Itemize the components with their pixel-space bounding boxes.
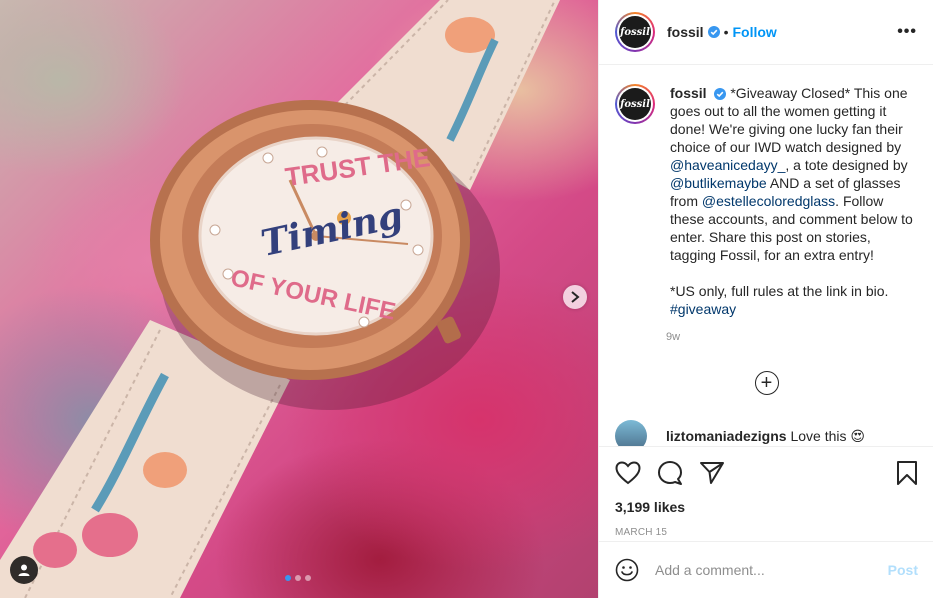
mention-haveanicedayy[interactable]: @haveanicedayy_ [670,157,785,173]
caption-username[interactable]: fossil [670,85,707,101]
next-image-button[interactable] [563,285,587,309]
caption-part5: *US only, full rules at the link in bio. [670,283,889,299]
comment-icon[interactable] [657,460,683,486]
carousel-indicator [285,575,311,581]
avatar-logo: fossil [619,88,651,120]
post-actions: 3,199 likes MARCH 15 [599,446,933,538]
load-more-comments-button[interactable]: + [754,371,779,395]
account-username[interactable]: fossil [667,24,704,40]
comment-text: liztomaniadezigns Love this 😍 [666,428,865,445]
mention-butlikemaybe[interactable]: @butlikemaybe [670,175,767,191]
post-details-panel: fossil fossil • Follow ••• fossil fossil… [598,0,933,598]
action-icons-row [615,447,918,499]
carousel-dot-active [285,575,291,581]
comment-body: Love this 😍 [790,427,865,444]
comment: liztomaniadezigns Love this 😍 [615,420,918,446]
commenter-username[interactable]: liztomaniadezigns [666,428,787,444]
more-icon[interactable]: ••• [897,23,917,41]
add-comment-bar: Post [599,541,933,598]
likes-count[interactable]: 3,199 likes [615,499,918,515]
user-tag-button[interactable] [10,556,38,584]
carousel-dot [295,575,301,581]
mention-estellecoloredglass[interactable]: @estellecoloredglass [702,193,835,209]
caption-text: fossil *Giveaway Closed* This one goes o… [670,84,915,318]
account-avatar[interactable]: fossil [615,12,655,52]
post-header: fossil fossil • Follow ••• [599,0,933,65]
caption-time[interactable]: 9w [666,331,918,343]
carousel-dot [305,575,311,581]
caption: fossil fossil *Giveaway Closed* This one… [615,84,918,318]
plus-circle-icon: + [760,372,773,394]
verified-icon [714,88,727,101]
bookmark-icon[interactable] [896,460,918,486]
share-icon[interactable] [699,461,725,485]
follow-button[interactable]: Follow [732,24,776,40]
post-comment-button[interactable]: Post [888,562,918,578]
chevron-right-icon [571,291,580,303]
post-image[interactable]: TRUST THE Timing OF YOUR LIFE [0,0,598,598]
comment-input[interactable] [655,562,888,578]
heart-icon[interactable] [615,461,641,485]
caption-avatar[interactable]: fossil [615,84,655,124]
post-date[interactable]: MARCH 15 [615,527,918,538]
verified-icon [707,26,720,38]
user-tag-icon [18,564,30,576]
commenter-avatar[interactable] [615,420,647,446]
hashtag-giveaway[interactable]: #giveaway [670,301,736,317]
emoji-icon[interactable] [615,558,639,582]
caption-part2: , a tote designed by [785,157,908,173]
watch-illustration: TRUST THE Timing OF YOUR LIFE [0,0,560,598]
avatar-logo: fossil [619,16,651,48]
comments-section[interactable]: fossil fossil *Giveaway Closed* This one… [599,66,933,446]
separator: • [723,24,729,40]
